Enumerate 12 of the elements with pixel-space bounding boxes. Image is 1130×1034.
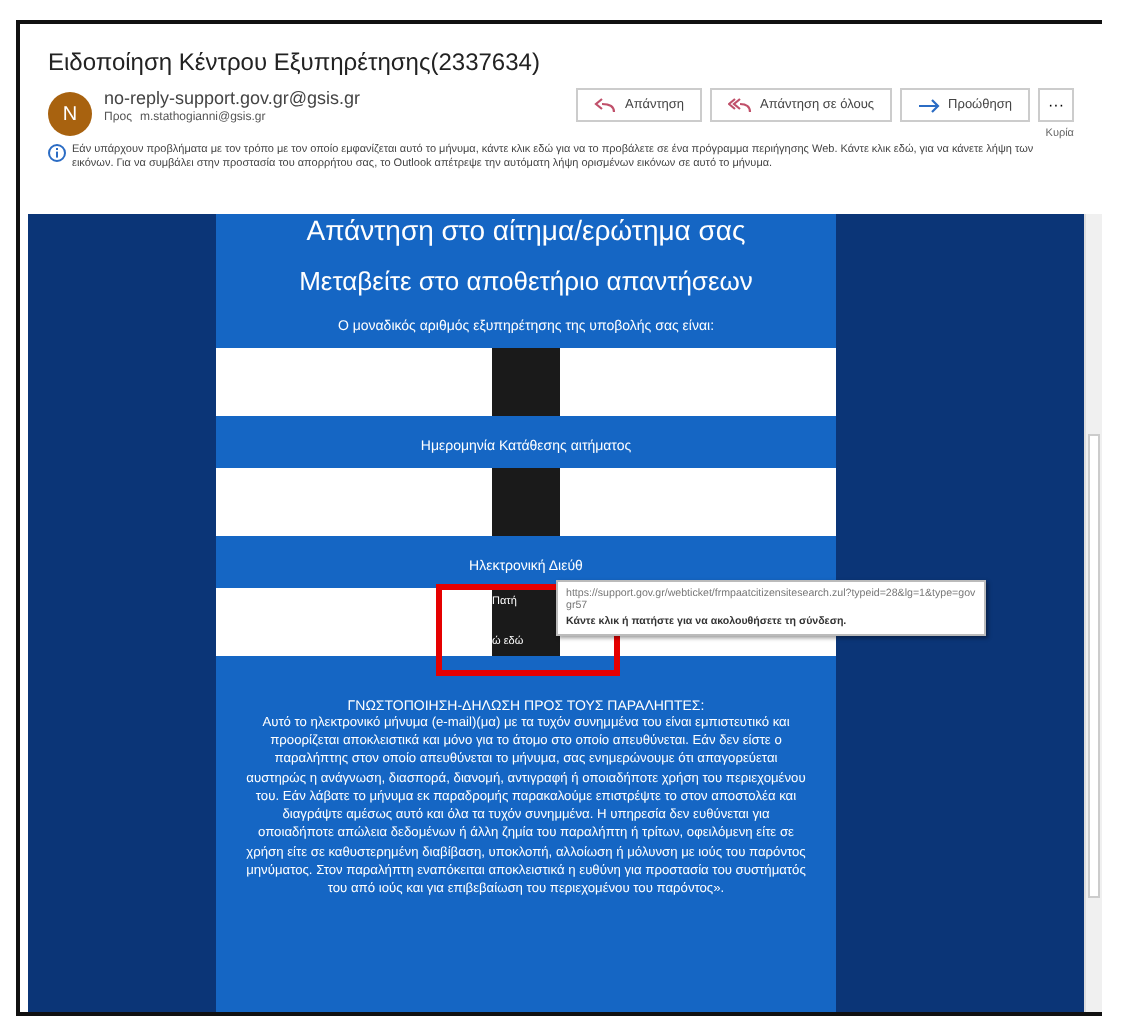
reply-all-icon	[728, 97, 753, 113]
redaction-block	[492, 468, 560, 536]
forward-icon	[918, 97, 941, 113]
sender-email: no-reply-support.gov.gr@gsis.gr	[104, 88, 363, 108]
email-subheading: Μεταβείτε στο αποθετήριο απαντήσεων	[299, 266, 753, 296]
more-button[interactable]: ···	[1038, 88, 1074, 122]
email-heading: Απάντηση στο αίτημα/ερώτημα σας	[306, 214, 746, 246]
redaction-block	[492, 348, 560, 416]
reply-icon	[594, 97, 617, 113]
avatar: N	[48, 92, 92, 136]
message-title: Ειδοποίηση Κέντρου Εξυπηρέτησης(2337634)	[48, 48, 542, 76]
info-icon	[48, 144, 66, 162]
